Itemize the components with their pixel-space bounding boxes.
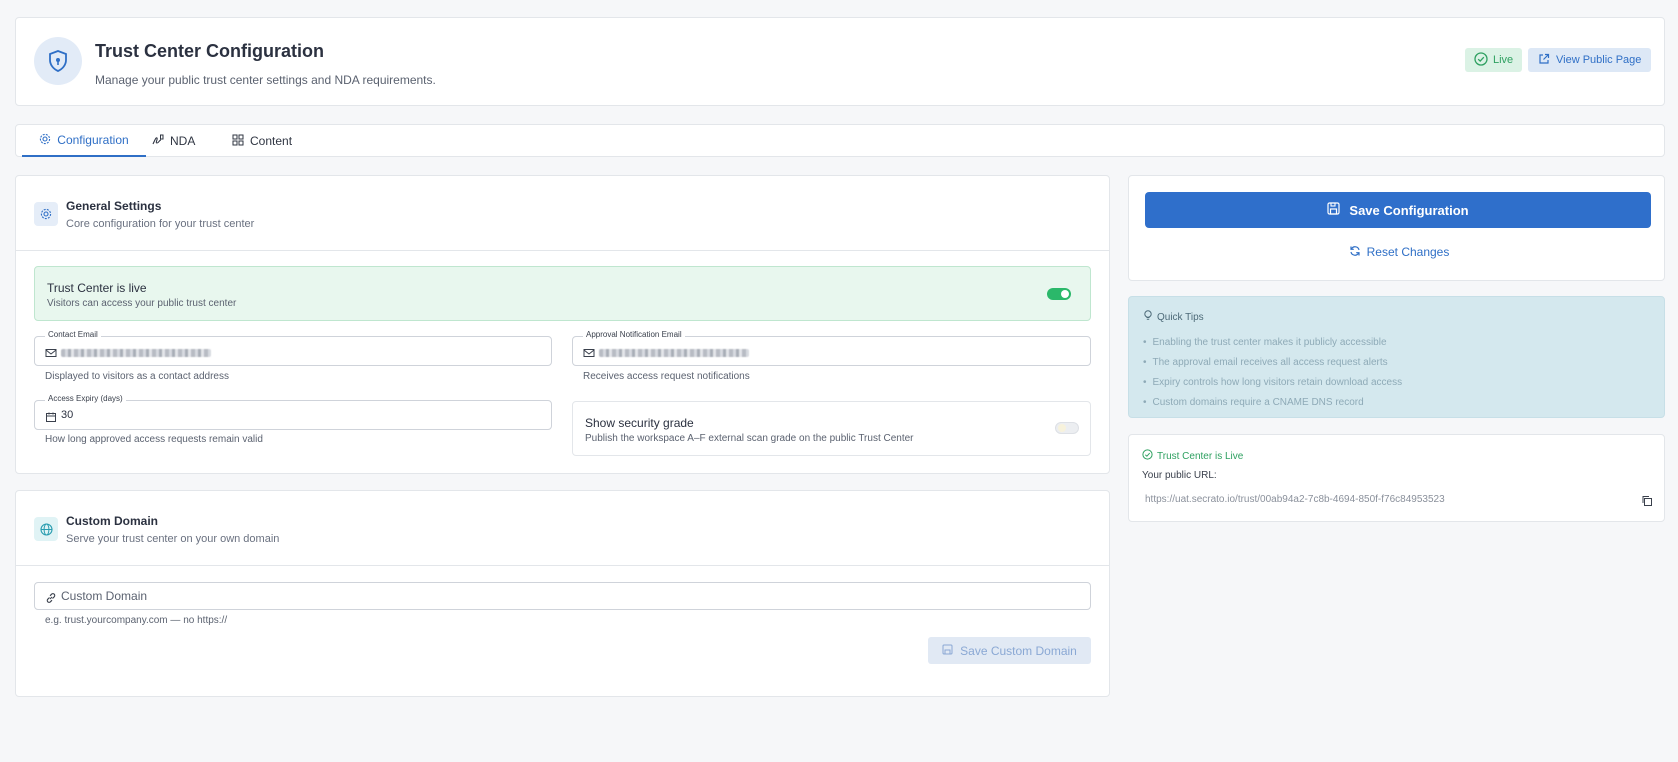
actions-card: Save Configuration Reset Changes: [1128, 175, 1665, 281]
access-expiry-field[interactable]: Access Expiry (days) 30: [34, 394, 552, 430]
security-grade-title: Show security grade: [585, 416, 694, 430]
list-item: Expiry controls how long visitors retain…: [1143, 372, 1403, 392]
trust-center-live-toggle[interactable]: [1047, 288, 1071, 300]
security-grade-panel: Show security grade Publish the workspac…: [572, 401, 1091, 456]
check-circle-icon: [1142, 449, 1153, 463]
mail-icon: [45, 346, 57, 358]
live-status-title: Trust Center is Live: [1157, 450, 1244, 462]
list-item: The approval email receives all access r…: [1143, 352, 1402, 372]
calendar-icon: [45, 410, 57, 422]
custom-domain-help: e.g. trust.yourcompany.com — no https://: [45, 615, 228, 626]
mail-icon: [583, 346, 595, 358]
save-custom-domain-label: Save Custom Domain: [960, 643, 1077, 658]
security-grade-toggle[interactable]: [1055, 422, 1079, 434]
check-circle-icon: [1474, 51, 1488, 69]
live-status-header: Trust Center is Live: [1142, 449, 1243, 463]
gear-icon: [39, 133, 51, 148]
approval-email-value: [599, 348, 749, 360]
quick-tips-panel: Quick Tips Enabling the trust center mak…: [1128, 296, 1665, 418]
save-configuration-button[interactable]: Save Configuration: [1145, 192, 1651, 228]
globe-icon: [34, 517, 58, 541]
list-item: Enabling the trust center makes it publi…: [1143, 332, 1402, 352]
tab-content[interactable]: Content: [232, 125, 292, 157]
copy-icon[interactable]: [1641, 494, 1653, 506]
section-header: Custom Domain Serve your trust center on…: [16, 491, 1109, 566]
general-settings-card: General Settings Core configuration for …: [15, 175, 1110, 474]
save-icon: [1327, 202, 1341, 218]
tab-label: Configuration: [57, 133, 129, 147]
view-public-page-button[interactable]: View Public Page: [1528, 48, 1652, 72]
access-expiry-value: 30: [61, 409, 74, 421]
save-icon: [942, 644, 953, 658]
tab-label: NDA: [170, 134, 196, 148]
approval-email-help: Receives access request notifications: [583, 371, 750, 382]
save-configuration-label: Save Configuration: [1349, 202, 1469, 218]
field-label: Access Expiry (days): [45, 394, 126, 403]
field-label: Contact Email: [45, 330, 101, 339]
reset-changes-button[interactable]: Reset Changes: [1344, 243, 1454, 261]
section-title: Custom Domain: [66, 514, 159, 528]
section-header: General Settings Core configuration for …: [16, 176, 1109, 251]
lightbulb-icon: [1143, 310, 1153, 324]
tab-configuration[interactable]: Configuration: [22, 125, 146, 157]
public-url-value: https://uat.secrato.io/trust/00ab94a2-7c…: [1145, 494, 1445, 505]
live-panel-subtitle: Visitors can access your public trust ce…: [47, 298, 237, 309]
link-icon: [45, 591, 57, 603]
contact-email-help: Displayed to visitors as a contact addre…: [45, 371, 229, 382]
section-title: General Settings: [66, 199, 162, 213]
quick-tips-header: Quick Tips: [1143, 310, 1204, 324]
refresh-icon: [1349, 245, 1361, 260]
page-subtitle: Manage your public trust center settings…: [95, 73, 436, 87]
tab-nda[interactable]: NDA: [152, 125, 195, 157]
signature-icon: [152, 134, 164, 149]
quick-tips-list: Enabling the trust center makes it publi…: [1143, 332, 1403, 412]
section-subtitle: Serve your trust center on your own doma…: [66, 533, 280, 545]
field-label: Approval Notification Email: [583, 330, 685, 339]
shield-icon: [34, 37, 82, 85]
trust-center-live-panel: Trust Center is live Visitors can access…: [34, 266, 1091, 321]
gear-icon: [34, 202, 58, 226]
custom-domain-input[interactable]: [61, 587, 1061, 605]
tab-bar: Configuration NDA Content: [15, 124, 1665, 157]
list-item: Custom domains require a CNAME DNS recor…: [1143, 392, 1402, 412]
quick-tips-title: Quick Tips: [1157, 311, 1204, 323]
custom-domain-input-wrapper: [34, 582, 1091, 610]
tab-label: Content: [250, 134, 293, 148]
public-url-label: Your public URL:: [1142, 470, 1217, 481]
security-grade-subtitle: Publish the workspace A–F external scan …: [585, 433, 914, 444]
live-panel-title: Trust Center is live: [47, 281, 147, 295]
grid-icon: [232, 134, 244, 149]
access-expiry-help: How long approved access requests remain…: [45, 434, 263, 445]
live-badge-label: Live: [1493, 54, 1514, 66]
live-status-badge: Live: [1465, 48, 1523, 72]
contact-email-value: [61, 348, 211, 360]
approval-email-field[interactable]: Approval Notification Email: [572, 330, 1091, 366]
custom-domain-card: Custom Domain Serve your trust center on…: [15, 490, 1110, 697]
page-title: Trust Center Configuration: [95, 41, 324, 61]
reset-changes-label: Reset Changes: [1366, 245, 1450, 259]
save-custom-domain-button[interactable]: Save Custom Domain: [928, 637, 1091, 664]
external-link-icon: [1538, 53, 1550, 68]
contact-email-field[interactable]: Contact Email: [34, 330, 552, 366]
page-header: Trust Center Configuration Manage your p…: [15, 17, 1665, 106]
public-url-card: Trust Center is Live Your public URL: ht…: [1128, 434, 1665, 522]
view-public-page-label: View Public Page: [1556, 54, 1642, 66]
section-subtitle: Core configuration for your trust center: [66, 218, 255, 230]
